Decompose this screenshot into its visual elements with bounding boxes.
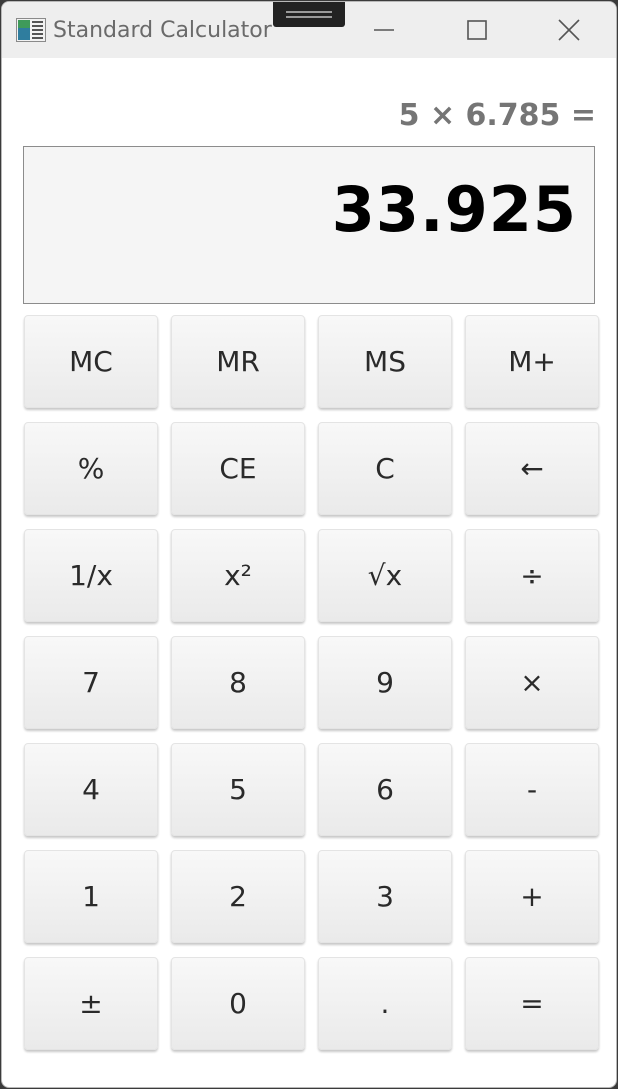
minimize-icon [374, 29, 394, 31]
key-label: MS [364, 344, 406, 378]
calculator-app-icon [16, 18, 46, 42]
key-label: CE [219, 451, 257, 485]
reciprocal-button[interactable]: 1/x [24, 529, 158, 622]
key-label: + [520, 879, 544, 913]
multiply-button[interactable]: × [465, 636, 599, 729]
key-label: × [520, 665, 544, 699]
close-button[interactable] [524, 2, 614, 58]
result-value: 33.925 [331, 173, 577, 246]
square-button[interactable]: x² [171, 529, 305, 622]
maximize-icon [467, 20, 487, 40]
key-label: ← [520, 451, 544, 485]
digit-6-button[interactable]: 6 [318, 743, 452, 836]
key-label: x² [224, 558, 252, 592]
key-label: MR [216, 344, 260, 378]
digit-0-button[interactable]: 0 [171, 957, 305, 1050]
digit-7-button[interactable]: 7 [24, 636, 158, 729]
key-label: 2 [229, 879, 247, 913]
key-label: ± [79, 986, 103, 1020]
key-label: 1 [82, 879, 100, 913]
key-label: 8 [229, 665, 247, 699]
key-label: % [77, 451, 105, 485]
key-label: M+ [508, 344, 556, 378]
digit-8-button[interactable]: 8 [171, 636, 305, 729]
memory-recall-button[interactable]: MR [171, 315, 305, 408]
clear-button[interactable]: C [318, 422, 452, 515]
key-label: 4 [82, 772, 100, 806]
equals-button[interactable]: = [465, 957, 599, 1050]
digit-3-button[interactable]: 3 [318, 850, 452, 943]
memory-clear-button[interactable]: MC [24, 315, 158, 408]
minimize-button[interactable] [339, 2, 429, 58]
key-label: - [526, 772, 538, 806]
memory-add-button[interactable]: M+ [465, 315, 599, 408]
percent-button[interactable]: % [24, 422, 158, 515]
key-label: . [380, 986, 390, 1020]
digit-1-button[interactable]: 1 [24, 850, 158, 943]
digit-4-button[interactable]: 4 [24, 743, 158, 836]
calculator-window: Standard Calculator 5 × 6.785 = 33.925 M… [1, 1, 617, 1088]
key-label: 1/x [69, 558, 113, 592]
divide-button[interactable]: ÷ [465, 529, 599, 622]
key-label: ÷ [520, 558, 544, 592]
digit-5-button[interactable]: 5 [171, 743, 305, 836]
expression-label: 5 × 6.785 = [398, 98, 596, 133]
key-label: MC [69, 344, 113, 378]
key-label: 7 [82, 665, 100, 699]
key-label: 6 [376, 772, 394, 806]
key-label: 9 [376, 665, 394, 699]
add-button[interactable]: + [465, 850, 599, 943]
key-label: 3 [376, 879, 394, 913]
clear-entry-button[interactable]: CE [171, 422, 305, 515]
drag-handle[interactable] [273, 2, 345, 27]
title-bar[interactable]: Standard Calculator [2, 2, 616, 58]
result-display: 33.925 [23, 146, 595, 304]
square-root-button[interactable]: √x [318, 529, 452, 622]
window-title: Standard Calculator [53, 18, 272, 43]
key-label: 5 [229, 772, 247, 806]
maximize-button[interactable] [432, 2, 522, 58]
key-label: √x [367, 558, 403, 592]
memory-store-button[interactable]: MS [318, 315, 452, 408]
key-label: = [520, 986, 544, 1020]
key-label: C [375, 451, 395, 485]
key-label: 0 [229, 986, 247, 1020]
backspace-button[interactable]: ← [465, 422, 599, 515]
decimal-button[interactable]: . [318, 957, 452, 1050]
close-icon [558, 19, 580, 41]
digit-9-button[interactable]: 9 [318, 636, 452, 729]
subtract-button[interactable]: - [465, 743, 599, 836]
digit-2-button[interactable]: 2 [171, 850, 305, 943]
negate-button[interactable]: ± [24, 957, 158, 1050]
